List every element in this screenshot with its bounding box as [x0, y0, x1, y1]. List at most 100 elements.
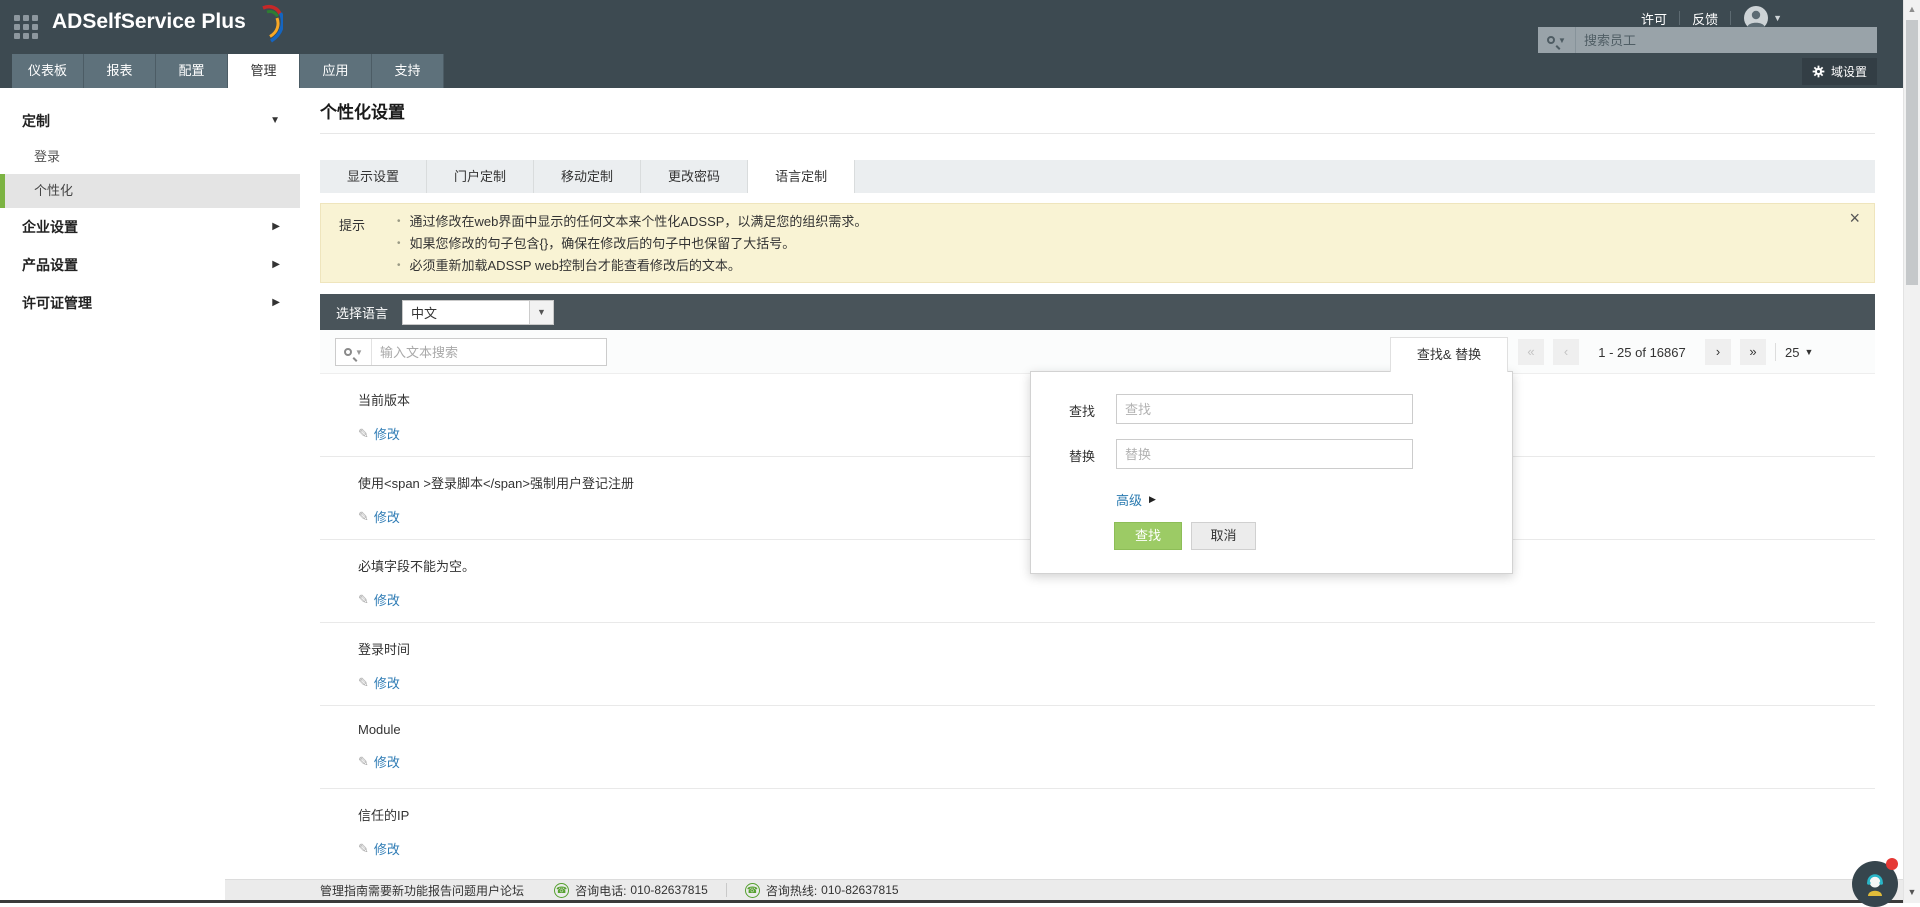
previous-page-button[interactable]: ‹: [1553, 339, 1579, 365]
list-item: 信任的IP ✎ 修改: [320, 789, 1875, 872]
logo-swoosh-icon: [262, 4, 283, 43]
footer-link-user-forum[interactable]: 用户论坛: [476, 882, 524, 899]
replace-input[interactable]: [1116, 439, 1413, 469]
app-logo: ADSelfService Plus: [52, 4, 283, 44]
modify-link[interactable]: ✎ 修改: [358, 424, 400, 443]
chevron-down-icon: ▼: [529, 300, 554, 324]
nav-tab-apps[interactable]: 应用: [300, 54, 372, 88]
main-nav: 仪表板 报表 配置 管理 应用 支持: [0, 54, 1920, 88]
sidebar-item-login[interactable]: 登录: [0, 140, 300, 174]
close-icon[interactable]: ×: [1849, 208, 1860, 229]
pagination: « ‹ 1 - 25 of 16867 › » 25 ▼: [1518, 339, 1813, 365]
sidebar-item-enterprise-settings[interactable]: 企业设置 ▶: [0, 208, 300, 246]
find-replace-popup: 查找 替换 高级 ▶ 查找 取消: [1030, 371, 1513, 574]
headset-agent-icon: [1867, 874, 1883, 896]
modify-link[interactable]: ✎ 修改: [358, 839, 400, 858]
phone-icon: ☎: [554, 882, 570, 898]
nav-tab-admin[interactable]: 管理: [228, 54, 300, 88]
language-select-label: 选择语言: [336, 305, 389, 321]
last-page-button[interactable]: »: [1740, 339, 1766, 365]
notification-badge: [1886, 858, 1898, 870]
sidebar-item-personalization[interactable]: 个性化: [0, 174, 300, 208]
search-scope-button[interactable]: ▼: [336, 339, 372, 365]
tip-bullet: 如果您修改的句子包含{}，确保在修改后的句子中也保留了大括号。: [409, 236, 796, 251]
top-header: ADSelfService Plus 许可 反馈 ▼ ▼: [0, 0, 1920, 54]
employee-search-input[interactable]: [1576, 32, 1877, 48]
chevron-down-icon: ▼: [1804, 347, 1814, 357]
sidebar-item-license-management[interactable]: 许可证管理 ▶: [0, 284, 300, 322]
edit-pencil-icon: ✎: [358, 425, 369, 441]
chevron-right-icon: ▶: [272, 297, 280, 308]
employee-search-box: ▼: [1538, 27, 1877, 53]
header-divider: [1730, 11, 1732, 25]
sidebar-item-product-settings[interactable]: 产品设置 ▶: [0, 246, 300, 284]
language-select-value: 中文: [411, 305, 438, 321]
modify-link[interactable]: ✎ 修改: [358, 673, 400, 692]
phone-number: 010-82637815: [630, 883, 708, 897]
search-icon: [344, 348, 353, 356]
nav-tab-support[interactable]: 支持: [372, 54, 444, 88]
edit-pencil-icon: ✎: [358, 840, 369, 856]
app-grid-icon[interactable]: [14, 15, 40, 41]
scroll-down-icon[interactable]: ▼: [1904, 887, 1920, 897]
nav-tab-reports[interactable]: 报表: [84, 54, 156, 88]
tab-display-settings[interactable]: 显示设置: [320, 160, 428, 193]
find-button[interactable]: 查找: [1114, 522, 1182, 550]
chevron-right-icon: ▶: [1149, 494, 1156, 504]
find-label: 查找: [1069, 404, 1096, 419]
footer-link-need-feature[interactable]: 需要新功能: [368, 882, 428, 899]
search-icon: [1547, 36, 1556, 44]
text-search-input[interactable]: [372, 344, 606, 360]
text-search-box: ▼: [335, 338, 607, 366]
footer-divider: [725, 883, 727, 897]
cancel-button[interactable]: 取消: [1191, 522, 1256, 550]
modify-link[interactable]: ✎ 修改: [358, 752, 400, 771]
replace-label: 替换: [1069, 449, 1096, 464]
tab-find-replace[interactable]: 查找& 替换: [1390, 337, 1508, 372]
tip-bullet: 必须重新加载ADSSP web控制台才能查看修改后的文本。: [409, 258, 741, 273]
sidebar-item-customize[interactable]: 定制 ▼: [0, 102, 300, 140]
hotline-number: 010-82637815: [821, 883, 899, 897]
nav-tab-configuration[interactable]: 配置: [156, 54, 228, 88]
modify-link[interactable]: ✎ 修改: [358, 507, 400, 526]
footer-link-report-issue[interactable]: 报告问题: [428, 882, 476, 899]
first-page-button[interactable]: «: [1518, 339, 1544, 365]
page-size-select[interactable]: 25 ▼: [1785, 345, 1813, 360]
tip-box: 提示 • 通过修改在web界面中显示的任何文本来个性化ADSSP，以满足您的组织…: [320, 203, 1875, 283]
scroll-up-icon[interactable]: ▲: [1904, 4, 1920, 14]
string-label: 信任的IP: [358, 808, 410, 823]
footer-link-admin-guide[interactable]: 管理指南: [320, 882, 368, 899]
domain-settings-label: 域设置: [1830, 65, 1867, 79]
page-title: 个性化设置: [320, 103, 405, 122]
feedback-link[interactable]: 反馈: [1692, 9, 1718, 28]
list-item: 登录时间 ✎ 修改: [320, 623, 1875, 706]
tab-portal-customization[interactable]: 门户定制: [427, 160, 535, 193]
string-label: Module: [358, 722, 401, 737]
pagination-divider: [1775, 343, 1776, 361]
chevron-down-icon: ▼: [1558, 35, 1566, 45]
advanced-link[interactable]: 高级 ▶: [1116, 490, 1156, 509]
language-bar: 选择语言 中文 ▼: [320, 294, 1875, 330]
tip-bullet: 通过修改在web界面中显示的任何文本来个性化ADSSP，以满足您的组织需求。: [409, 214, 868, 229]
scrollbar-thumb[interactable]: [1906, 20, 1918, 285]
string-label: 登录时间: [358, 642, 411, 657]
language-select[interactable]: 中文 ▼: [402, 299, 555, 325]
tab-change-password[interactable]: 更改密码: [641, 160, 749, 193]
chevron-down-icon: ▼: [270, 115, 280, 126]
domain-settings-button[interactable]: 域设置: [1801, 58, 1877, 85]
license-link[interactable]: 许可: [1641, 9, 1667, 28]
tab-mobile-customization[interactable]: 移动定制: [534, 160, 642, 193]
search-scope-button[interactable]: ▼: [1538, 27, 1576, 53]
next-page-button[interactable]: ›: [1705, 339, 1731, 365]
nav-tab-dashboard[interactable]: 仪表板: [12, 54, 84, 88]
bullet-icon: •: [397, 216, 401, 227]
gear-icon: [1812, 65, 1825, 78]
find-input[interactable]: [1116, 394, 1413, 424]
page-scrollbar[interactable]: ▲ ▼: [1903, 0, 1920, 903]
tab-language-customization[interactable]: 语言定制: [748, 160, 856, 193]
title-divider: [320, 133, 1875, 134]
text-search-row: ▼ « ‹ 1 - 25 of 16867 › » 25 ▼: [320, 330, 1875, 374]
modify-link[interactable]: ✎ 修改: [358, 590, 400, 609]
sidebar: 定制 ▼ 登录 个性化 企业设置 ▶ 产品设置 ▶ 许可证管理 ▶: [0, 88, 300, 880]
phone-label: 咨询电话:: [575, 883, 627, 898]
